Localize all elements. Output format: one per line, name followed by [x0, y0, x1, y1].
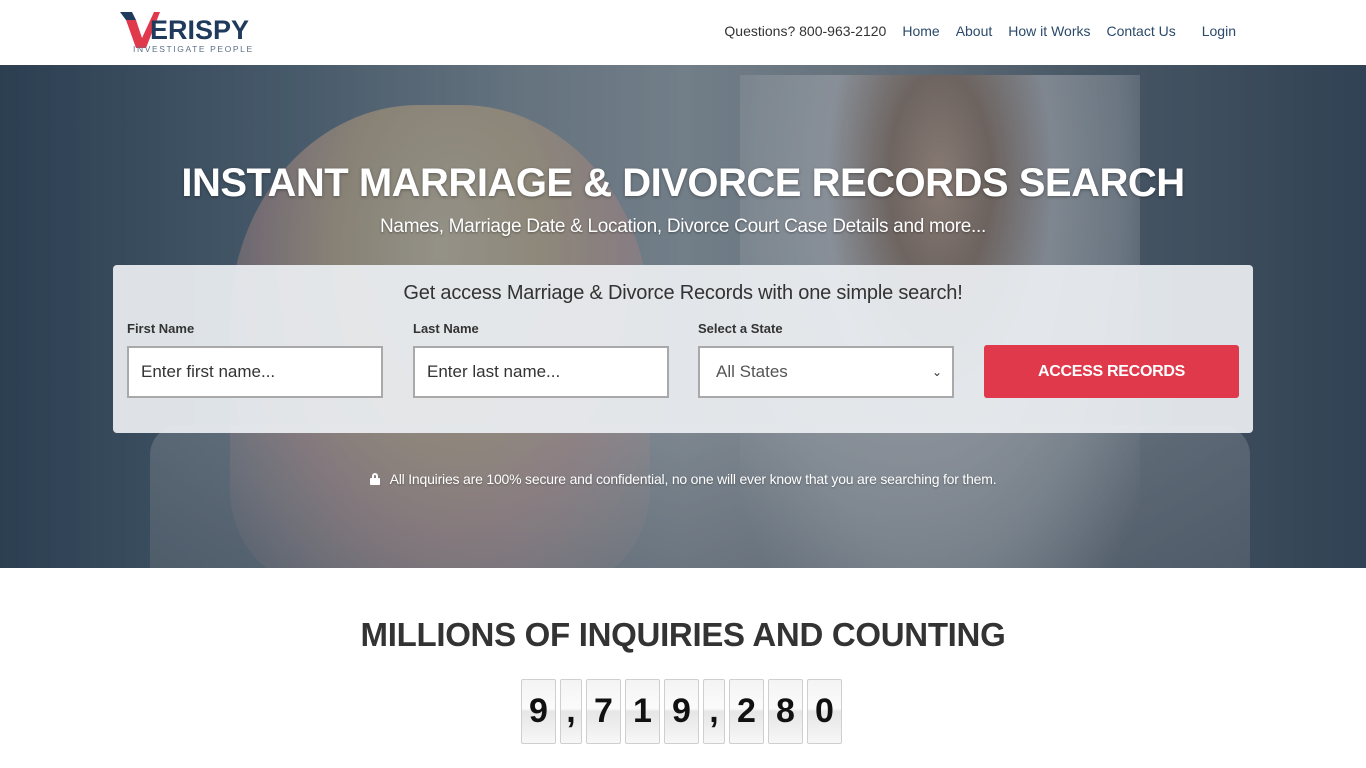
state-select[interactable]: All States ⌄: [698, 346, 954, 398]
counter-title: MILLIONS OF INQUIRIES AND COUNTING: [360, 616, 1006, 653]
counter-digit: 0: [807, 679, 842, 744]
phone-number: Questions? 800-963-2120: [724, 23, 887, 39]
secure-notice-text: All Inquiries are 100% secure and confid…: [389, 471, 997, 487]
secure-notice: All Inquiries are 100% secure and confid…: [0, 471, 1366, 487]
verispy-logo[interactable]: ERISPY INVESTIGATE PEOPLE: [120, 6, 260, 56]
first-name-input[interactable]: [127, 346, 383, 398]
inquiry-counter: 9 , 7 1 9 , 2 8 0: [521, 679, 842, 744]
counter-digit: 8: [768, 679, 803, 744]
nav-contact-us[interactable]: Contact Us: [1106, 23, 1175, 39]
access-records-button[interactable]: ACCESS RECORDS: [984, 345, 1239, 398]
chevron-down-icon: ⌄: [931, 365, 942, 379]
lock-icon: [369, 473, 380, 485]
state-selected-value: All States: [716, 362, 788, 381]
last-name-input[interactable]: [413, 346, 669, 398]
counter-digit: 7: [586, 679, 621, 744]
counter-digit: 9: [664, 679, 699, 744]
nav-about[interactable]: About: [956, 23, 993, 39]
site-header: ERISPY INVESTIGATE PEOPLE Questions? 800…: [0, 0, 1366, 65]
logo-wordmark: ERISPY: [150, 15, 250, 45]
logo-tagline: INVESTIGATE PEOPLE: [133, 44, 254, 54]
hero-subtitle: Names, Marriage Date & Location, Divorce…: [380, 216, 986, 237]
main-nav: Questions? 800-963-2120 Home About How i…: [724, 23, 1236, 39]
search-form: Get access Marriage & Divorce Records wi…: [113, 265, 1253, 433]
nav-how-it-works[interactable]: How it Works: [1008, 23, 1090, 39]
search-heading: Get access Marriage & Divorce Records wi…: [403, 282, 963, 304]
state-label: Select a State: [698, 321, 783, 336]
counter-digit: 2: [729, 679, 764, 744]
counter-digit: 9: [521, 679, 556, 744]
last-name-label: Last Name: [413, 321, 479, 336]
counter-separator: ,: [703, 679, 725, 744]
nav-login[interactable]: Login: [1202, 23, 1236, 39]
counter-digit: 1: [625, 679, 660, 744]
counter-separator: ,: [560, 679, 582, 744]
nav-home[interactable]: Home: [902, 23, 939, 39]
hero-title: INSTANT MARRIAGE & DIVORCE RECORDS SEARC…: [181, 161, 1185, 205]
hero-section: INSTANT MARRIAGE & DIVORCE RECORDS SEARC…: [0, 65, 1366, 568]
first-name-label: First Name: [127, 321, 195, 336]
